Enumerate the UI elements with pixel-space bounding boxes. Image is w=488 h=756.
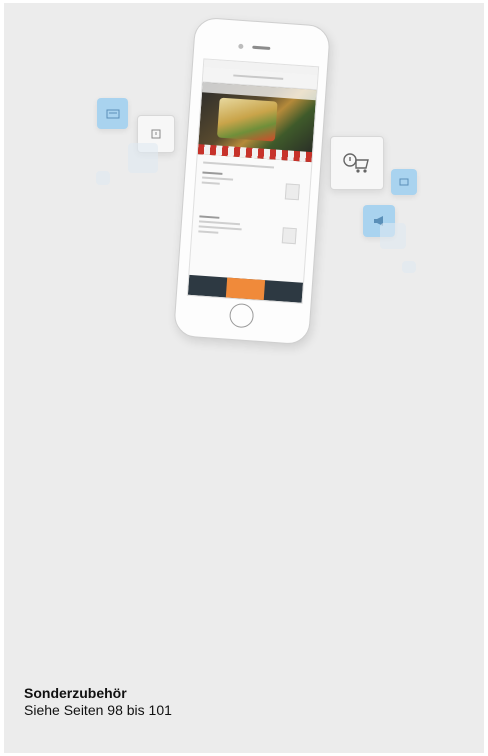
trash-icon [281, 227, 297, 245]
home-button [228, 302, 255, 329]
timer-icon [151, 129, 161, 139]
smartphone-illustration [173, 16, 331, 346]
app-tab-bar [187, 274, 304, 303]
app-screen [186, 58, 320, 304]
caption: Sonderzubehör Siehe Seiten 98 bis 101 [24, 685, 172, 719]
tab-item [188, 275, 227, 298]
caption-subtitle: Siehe Seiten 98 bis 101 [24, 702, 172, 718]
recipe-steps [191, 154, 312, 263]
speaker-grille [252, 45, 271, 50]
cart-icon [343, 153, 369, 173]
list-item [197, 215, 301, 258]
list-item [200, 171, 304, 215]
ghost-tile [96, 171, 110, 185]
cart-tile [330, 136, 384, 190]
tab-item-active [225, 277, 266, 301]
search-icon [399, 178, 409, 186]
ghost-tile [128, 143, 158, 173]
ghost-tile [402, 261, 416, 273]
trash-icon [284, 183, 300, 201]
oven-tile [97, 98, 128, 129]
caption-title: Sonderzubehör [24, 685, 127, 701]
background-panel [4, 3, 484, 753]
search-tile [391, 169, 417, 195]
ghost-tile [380, 223, 406, 249]
camera-icon [238, 43, 244, 50]
oven-icon [106, 109, 119, 118]
tab-item [264, 280, 303, 303]
food-photo [197, 82, 317, 163]
